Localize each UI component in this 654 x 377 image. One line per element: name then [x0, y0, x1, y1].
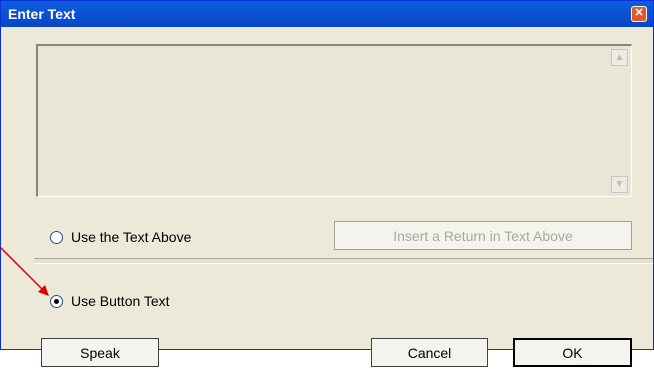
annotation-arrow	[0, 246, 49, 296]
